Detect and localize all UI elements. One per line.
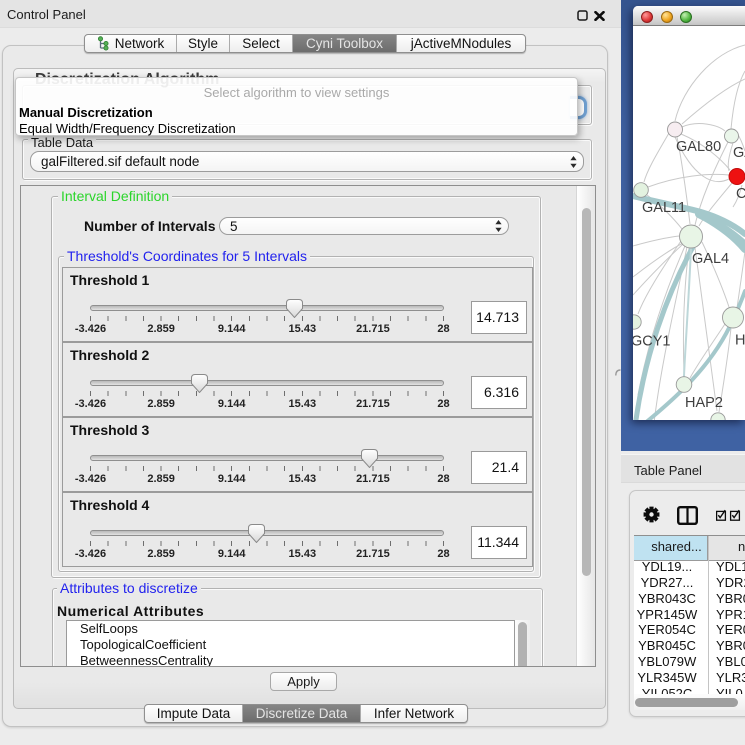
svg-text:C: C — [736, 186, 745, 202]
svg-text:GCY1: GCY1 — [633, 334, 671, 350]
svg-text:GAL11: GAL11 — [642, 200, 686, 216]
svg-text:H: H — [735, 333, 745, 349]
svg-text:GA: GA — [733, 145, 745, 161]
svg-text:GAL4: GAL4 — [692, 251, 729, 267]
svg-text:GAL80: GAL80 — [676, 139, 721, 155]
svg-text:HAP2: HAP2 — [685, 395, 723, 411]
